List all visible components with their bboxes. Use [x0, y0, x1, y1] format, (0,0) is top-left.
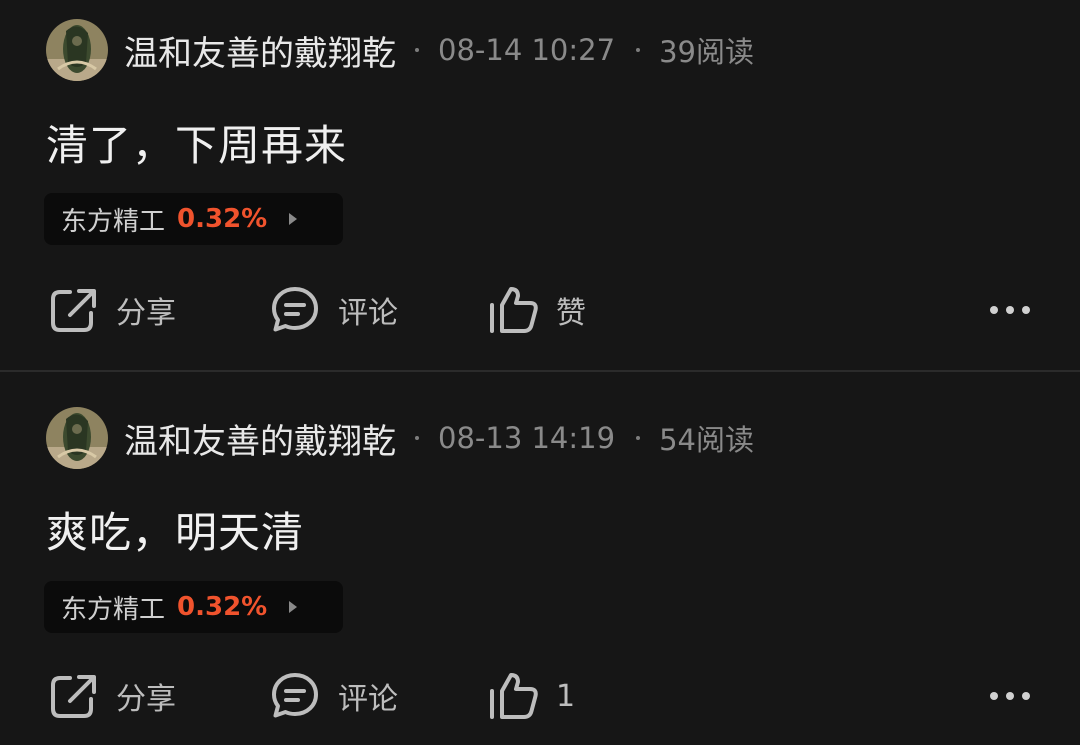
like-button[interactable]: 赞: [488, 280, 586, 340]
post-card[interactable]: 温和友善的戴翔乾 08-14 10:27 39阅读 清了，下周再来 东方精工 0…: [0, 0, 1080, 370]
read-count: 54阅读: [659, 423, 754, 457]
like-button[interactable]: 1: [488, 666, 575, 726]
post-timestamp: 08-14 10:27: [438, 33, 616, 67]
post-header: 温和友善的戴翔乾 08-13 14:19 54阅读: [46, 406, 754, 470]
separator-dot: [636, 436, 641, 440]
chevron-right-icon: [289, 601, 298, 613]
post-meta: 08-13 14:19 54阅读: [410, 417, 754, 459]
thumbs-up-icon: [488, 285, 540, 335]
share-button[interactable]: 分享: [48, 280, 176, 340]
separator-dot: [636, 48, 641, 52]
action-bar: 分享 评论 赞: [0, 280, 1080, 340]
post-card[interactable]: 温和友善的戴翔乾 08-13 14:19 54阅读 爽吃，明天清 东方精工 0.…: [0, 372, 1080, 745]
comment-button[interactable]: 评论: [270, 666, 398, 726]
like-label: 赞: [556, 296, 586, 331]
post-content[interactable]: 清了，下周再来: [46, 112, 347, 173]
post-content[interactable]: 爽吃，明天清: [46, 499, 304, 560]
stock-tag[interactable]: 东方精工 0.32%: [44, 581, 343, 633]
read-count: 39阅读: [659, 35, 754, 69]
more-button[interactable]: [985, 666, 1035, 726]
stock-name: 东方精工: [61, 206, 166, 237]
stock-change: 0.32%: [177, 204, 268, 234]
stock-name: 东方精工: [61, 594, 166, 625]
share-label: 分享: [116, 682, 176, 717]
chevron-right-icon: [289, 213, 298, 225]
post-header: 温和友善的戴翔乾 08-14 10:27 39阅读: [46, 18, 754, 82]
stock-tag[interactable]: 东方精工 0.32%: [44, 193, 343, 245]
post-meta: 08-14 10:27 39阅读: [410, 29, 754, 71]
share-label: 分享: [116, 296, 176, 331]
more-dots-icon: [988, 691, 1032, 701]
author-name[interactable]: 温和友善的戴翔乾: [124, 414, 396, 463]
comment-icon: [270, 671, 320, 721]
stock-change: 0.32%: [177, 592, 268, 622]
separator-dot: [415, 436, 419, 440]
share-button[interactable]: 分享: [48, 666, 176, 726]
comment-label: 评论: [338, 682, 398, 717]
share-icon: [48, 671, 98, 721]
avatar[interactable]: [46, 19, 108, 81]
thumbs-up-icon: [488, 671, 540, 721]
comment-button[interactable]: 评论: [270, 280, 398, 340]
like-count: 1: [556, 678, 576, 714]
separator-dot: [415, 48, 419, 52]
comment-icon: [270, 285, 320, 335]
share-icon: [48, 285, 98, 335]
comment-label: 评论: [338, 296, 398, 331]
more-button[interactable]: [985, 280, 1035, 340]
author-name[interactable]: 温和友善的戴翔乾: [124, 26, 396, 75]
post-timestamp: 08-13 14:19: [438, 421, 616, 455]
action-bar: 分享 评论 1: [0, 666, 1080, 726]
more-dots-icon: [988, 305, 1032, 315]
avatar[interactable]: [46, 407, 108, 469]
